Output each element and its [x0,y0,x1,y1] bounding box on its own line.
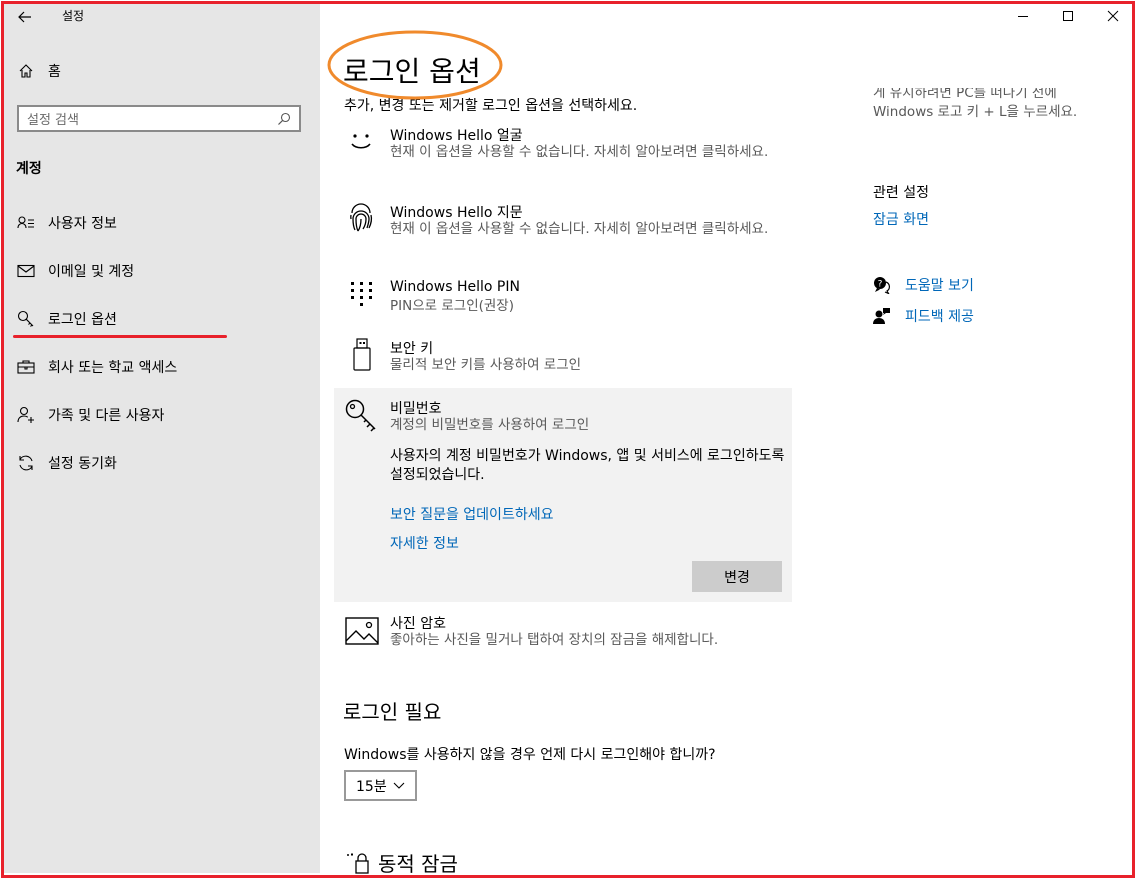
sidebar-item-label: 이메일 및 계정 [48,264,135,280]
option-picture-password[interactable]: 사진 암호 좋아하는 사진을 밀거나 탭하여 장치의 잠금을 해제합니다. [340,612,790,654]
more-info-link[interactable]: 자세한 정보 [390,533,459,553]
require-signin-question: Windows를 사용하지 않을 경우 언제 다시 로그인해야 합니까? [344,747,716,763]
selected-underline-annotation [13,335,227,338]
option-desc: PIN으로 로그인(권장) [390,298,514,314]
sidebar-item-label: 설정 동기화 [48,456,117,472]
svg-text:?: ? [878,280,883,290]
sidebar-item-label: 가족 및 다른 사용자 [48,408,165,424]
close-button[interactable] [1090,4,1136,28]
option-title: 사진 암호 [390,616,446,632]
minimize-icon [1018,16,1028,17]
dynamic-lock-icon [347,853,369,874]
option-desc: 물리적 보안 키를 사용하여 로그인 [390,357,582,373]
home-icon [16,61,36,81]
password-info-text: 사용자의 계정 비밀번호가 Windows, 앱 및 서비스에 로그인하도록 설… [390,448,785,483]
feedback-icon [873,308,890,324]
title-highlight-ellipse [327,30,503,100]
require-signin-dropdown[interactable]: 15분 [344,770,417,801]
option-security-key[interactable]: 보안 키 물리적 보안 키를 사용하여 로그인 [340,337,790,379]
sidebar-item-user-info[interactable]: 사용자 정보 [16,205,316,241]
option-title: Windows Hello 지문 [390,205,523,221]
option-title: Windows Hello PIN [390,279,520,295]
sidebar-item-work-school[interactable]: 회사 또는 학교 액세스 [16,349,316,385]
picture-icon [345,617,379,645]
maximize-icon [1063,11,1073,21]
key-icon [16,309,36,329]
sidebar-item-label: 회사 또는 학교 액세스 [48,360,178,376]
search-input[interactable]: 설정 검색 [17,105,301,132]
right-panel-top-text: 게 유지하려면 PC를 떠나기 전에 Windows 로고 키 + L을 누르세… [873,88,1113,128]
sidebar-section-title: 계정 [16,161,42,177]
briefcase-icon [16,357,36,377]
sidebar-item-sync[interactable]: 설정 동기화 [16,445,316,481]
help-link-row[interactable]: ? 도움말 보기 [873,275,974,295]
sidebar-item-label: 사용자 정보 [48,216,117,232]
change-password-button[interactable]: 변경 [692,561,782,592]
option-desc: 현재 이 옵션을 사용할 수 없습니다. 자세히 알아보려면 클릭하세요. [390,221,769,237]
option-fingerprint[interactable]: Windows Hello 지문 현재 이 옵션을 사용할 수 없습니다. 자세… [340,201,790,261]
option-pin[interactable]: Windows Hello PIN PIN으로 로그인(권장) [340,278,790,320]
maximize-button[interactable] [1045,4,1091,28]
sidebar-item-label: 로그인 옵션 [48,312,117,328]
pin-keypad-icon [351,282,372,306]
option-title: 보안 키 [390,341,434,357]
chevron-down-icon [393,782,405,789]
dropdown-value: 15분 [356,778,387,795]
sidebar: 설정 홈 설정 검색 계정 사용자 정보 이메일 및 계정 로그인 옵션 회사 … [4,4,320,873]
dynamic-lock-heading: 동적 잠금 [378,852,458,876]
usb-key-icon [353,338,371,371]
sidebar-item-home[interactable]: 홈 [16,53,316,89]
update-security-questions-link[interactable]: 보안 질문을 업데이트하세요 [390,504,553,524]
user-info-icon [16,213,36,233]
sidebar-item-email[interactable]: 이메일 및 계정 [16,253,316,289]
option-desc: 계정의 비밀번호를 사용하여 로그인 [390,417,590,433]
add-user-icon [16,405,36,425]
minimize-button[interactable] [1000,4,1046,28]
option-desc: 현재 이 옵션을 사용할 수 없습니다. 자세히 알아보려면 클릭하세요. [390,144,769,160]
related-settings-title: 관련 설정 [873,185,929,201]
search-placeholder: 설정 검색 [27,113,79,128]
help-chat-icon: ? [874,277,890,294]
close-icon [1107,10,1119,22]
option-title: 비밀번호 [390,401,442,417]
fingerprint-icon [350,203,373,232]
password-key-icon [345,399,376,432]
option-title: Windows Hello 얼굴 [390,128,523,144]
right-text-line2: Windows 로고 키 + L을 누르세요. [873,104,1078,120]
sync-icon [16,453,36,473]
require-signin-heading: 로그인 필요 [343,700,442,724]
mail-icon [16,261,36,281]
search-icon [278,112,291,125]
window-title: 설정 [62,9,85,23]
lock-screen-link[interactable]: 잠금 화면 [873,209,929,229]
sidebar-home-label: 홈 [48,64,61,80]
back-arrow-icon [18,11,31,23]
feedback-link: 피드백 제공 [905,309,974,325]
sidebar-item-signin-options[interactable]: 로그인 옵션 [16,301,316,337]
help-link: 도움말 보기 [905,278,974,294]
option-face[interactable]: Windows Hello 얼굴 현재 이 옵션을 사용할 수 없습니다. 자세… [340,124,790,184]
right-text-line1: 게 유지하려면 PC를 떠나기 전에 [873,88,1057,101]
face-icon [351,134,371,149]
back-button[interactable] [12,6,38,28]
option-desc: 좋아하는 사진을 밀거나 탭하여 장치의 잠금을 해제합니다. [390,632,719,648]
sidebar-item-family[interactable]: 가족 및 다른 사용자 [16,397,316,433]
feedback-link-row[interactable]: 피드백 제공 [873,306,974,326]
